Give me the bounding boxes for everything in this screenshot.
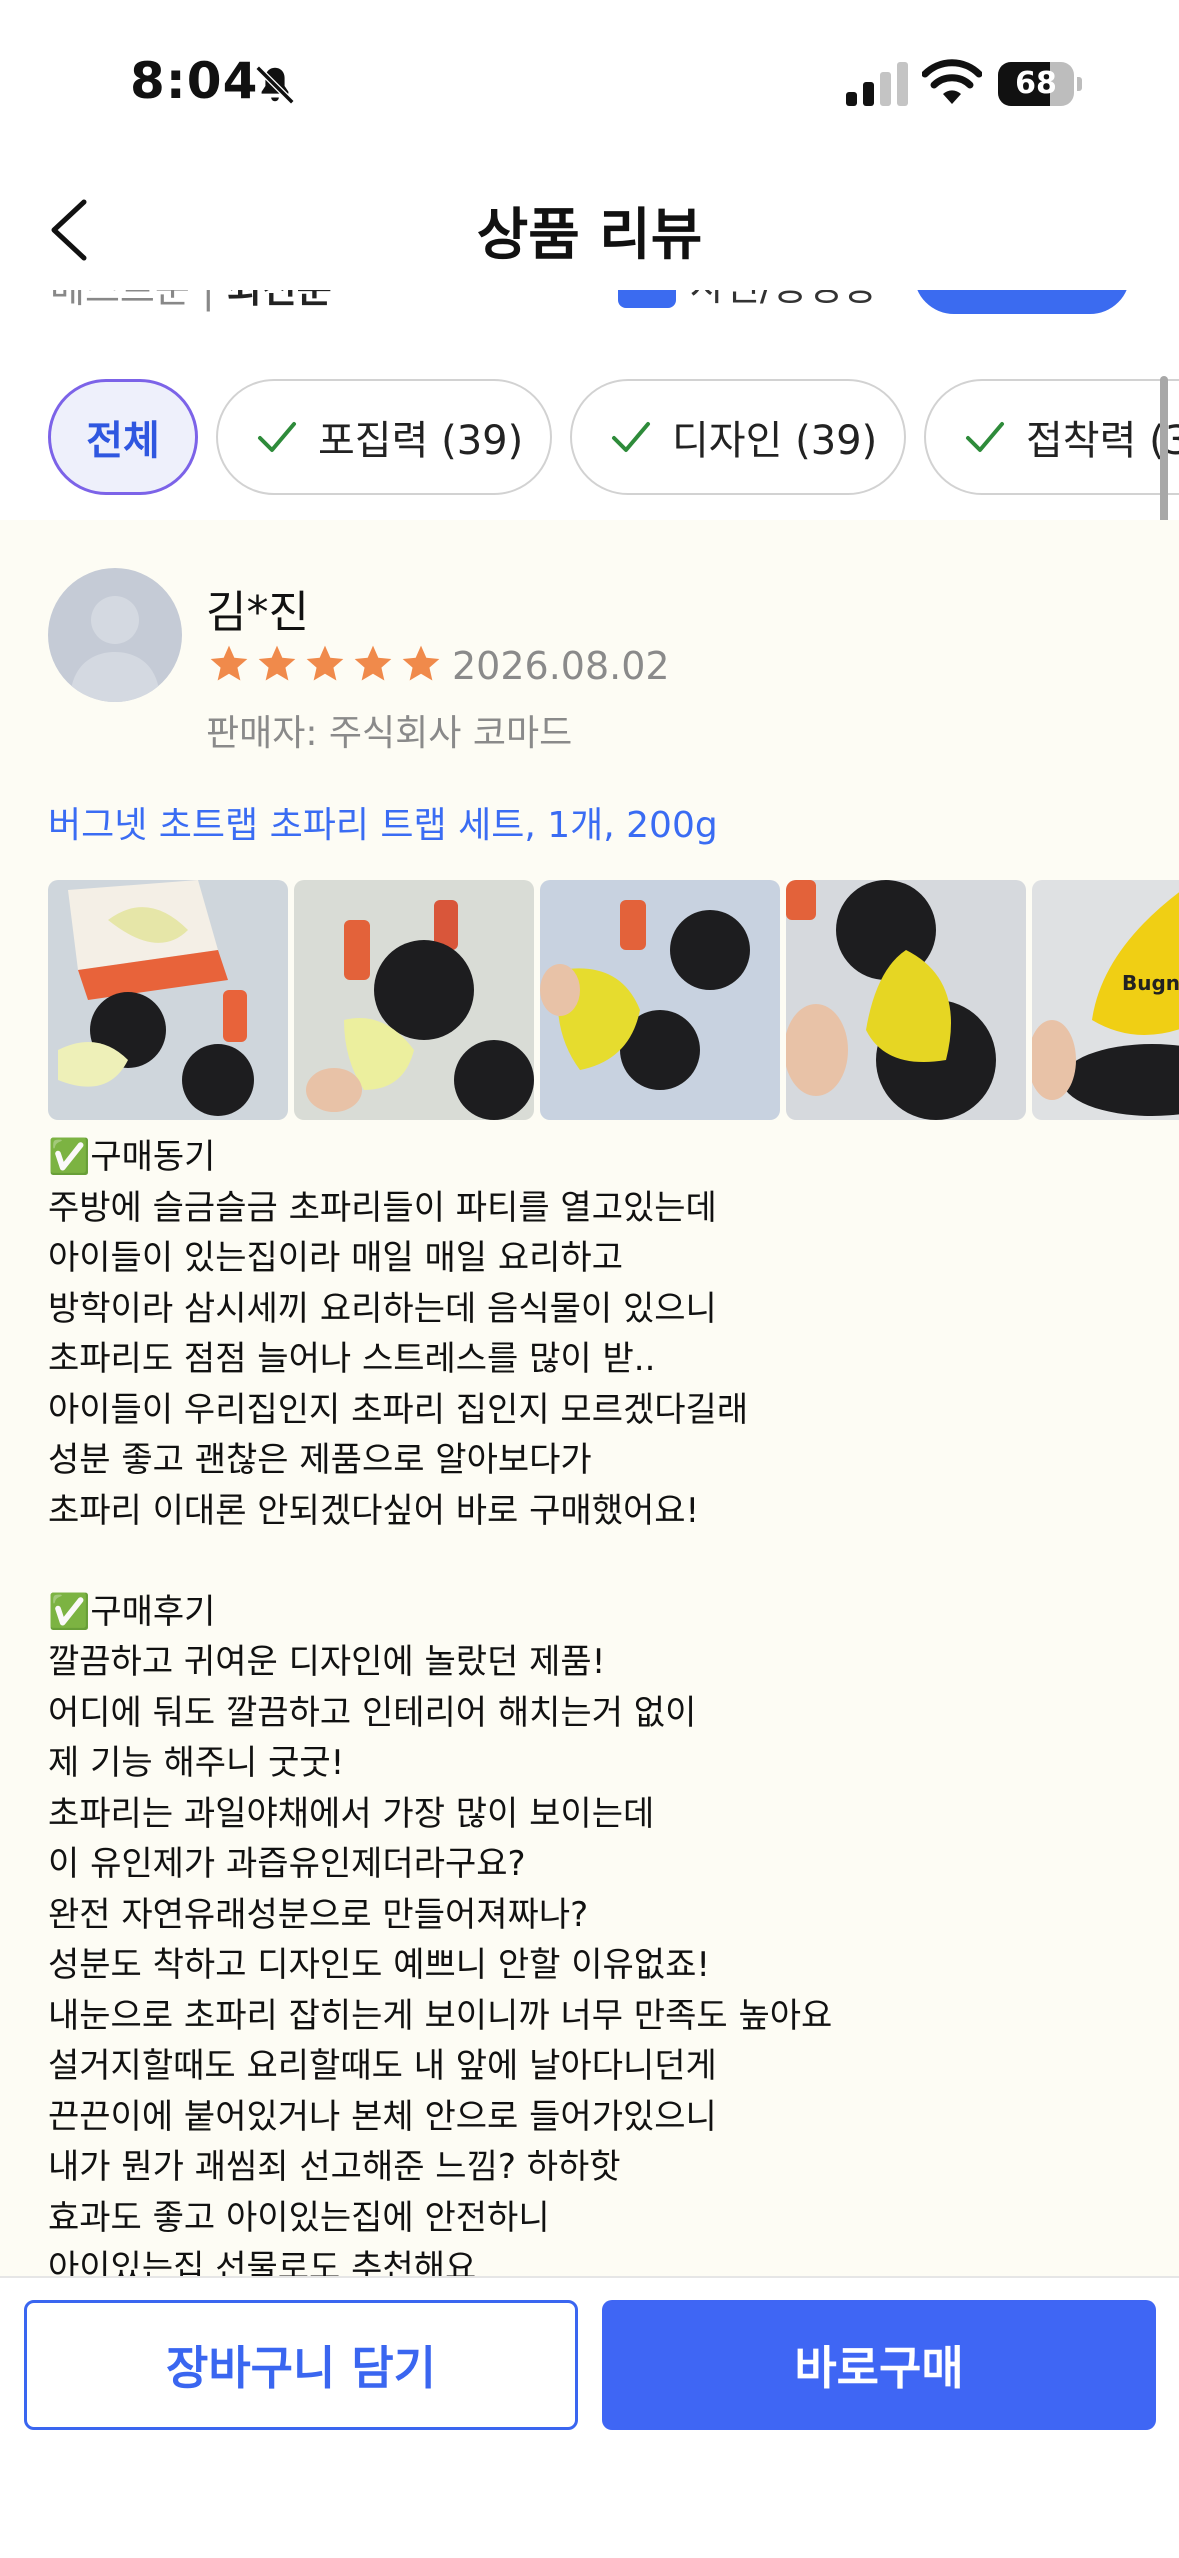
check-icon [258,422,296,452]
buy-now-button[interactable]: 바로구매 [602,2300,1156,2430]
review-card: 김*진 2026.08.02 판매자: 주식회사 코마드 버그넷 초트랩 초파리… [0,520,1179,2276]
star-icon [402,645,440,681]
user-silhouette-icon [70,596,160,702]
review-photo[interactable] [540,880,780,1120]
signal-icon [846,62,908,106]
reviewer-name: 김*진 [206,587,309,638]
avatar [48,568,182,702]
review-body: ✅구매동기 주방에 슬금슬금 초파리들이 파티를 열고있는데 아이들이 있는집이… [48,1137,833,2276]
bottom-action-bar: 장바구니 담기 바로구매 [0,2276,1179,2558]
page-header: 상품 리뷰 [0,160,1179,290]
status-time: 8:04 [130,52,259,110]
product-option-link[interactable]: 버그넷 초트랩 초파리 트랩 세트, 1개, 200g [48,796,718,848]
star-rating [206,642,444,686]
chip-adhesion[interactable]: 접착력 (3 [924,379,1179,495]
add-to-cart-button[interactable]: 장바구니 담기 [24,2300,578,2430]
star-icon [354,645,392,681]
keyword-chips: 전체 포집력 (39) 디자인 (39) 접착력 (3 [0,375,1179,503]
battery-indicator: 68 [998,62,1082,106]
battery-percent: 68 [1015,66,1057,101]
review-photos: Bugnet [48,880,1179,1120]
chip-capture[interactable]: 포집력 (39) [216,379,552,495]
page-title: 상품 리뷰 [476,203,703,268]
bell-muted-icon [255,65,295,105]
star-icon [306,645,344,681]
status-bar: 8:04 68 [0,0,1179,160]
seller-name: 판매자: 주식회사 코마드 [206,713,573,754]
scrollbar[interactable] [1160,376,1168,524]
chip-design[interactable]: 디자인 (39) [570,379,906,495]
review-photo[interactable] [294,880,534,1120]
check-icon [966,422,1004,452]
chip-all[interactable]: 전체 [48,379,198,495]
review-photo[interactable] [786,880,1026,1120]
star-icon [258,645,296,681]
photo-brand-text: Bugnet [1122,971,1179,995]
wifi-icon [922,59,982,104]
check-icon [612,422,650,452]
review-photo[interactable] [48,880,288,1120]
review-date: 2026.08.02 [452,644,670,688]
star-icon [210,645,248,681]
review-photo[interactable]: Bugnet [1032,880,1179,1120]
